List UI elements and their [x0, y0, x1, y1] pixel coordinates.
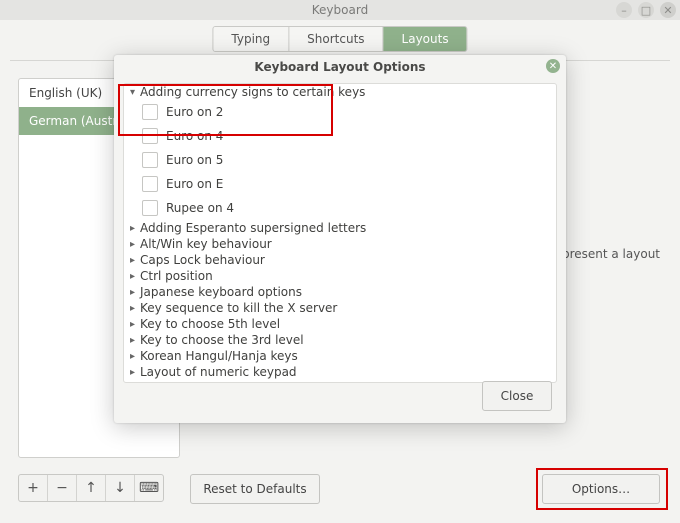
dialog-close-button[interactable]: Close: [482, 381, 552, 411]
layout-hint-text: epresent a layout: [555, 247, 660, 261]
checkbox[interactable]: [142, 128, 158, 144]
tree-group-label: Caps Lock behaviour: [140, 253, 265, 267]
options-button[interactable]: Options…: [542, 474, 660, 504]
chevron-right-icon: ▸: [130, 271, 140, 282]
tree-group-collapsed[interactable]: ▸Key to choose 5th level: [124, 316, 556, 332]
chevron-right-icon: ▸: [130, 367, 140, 378]
remove-layout-button[interactable]: −: [48, 475, 77, 501]
dialog-close-icon[interactable]: ✕: [546, 59, 560, 73]
maximize-button[interactable]: □: [638, 2, 654, 18]
tree-group-label: Key to choose the 3rd level: [140, 333, 304, 347]
checkbox[interactable]: [142, 176, 158, 192]
tree-option[interactable]: Euro on 2: [124, 100, 556, 124]
window-title: Keyboard: [0, 3, 680, 17]
tree-group-collapsed[interactable]: ▸Ctrl position: [124, 268, 556, 284]
chevron-down-icon: ▾: [130, 87, 140, 98]
tree-group-label: Adding Esperanto supersigned letters: [140, 221, 366, 235]
move-down-button[interactable]: ↓: [106, 475, 135, 501]
chevron-right-icon: ▸: [130, 223, 140, 234]
tree-option-label: Euro on E: [166, 177, 223, 191]
reset-defaults-button[interactable]: Reset to Defaults: [190, 474, 320, 504]
tree-group-label: Layout of numeric keypad: [140, 365, 297, 379]
tree-group-label: Japanese keyboard options: [140, 285, 302, 299]
dialog-titlebar: Keyboard Layout Options ✕: [114, 55, 566, 79]
tree-option-label: Rupee on 4: [166, 201, 234, 215]
layout-list-tools: + − ↑ ↓ ⌨: [18, 474, 164, 502]
chevron-right-icon: ▸: [130, 319, 140, 330]
show-keyboard-button[interactable]: ⌨: [135, 475, 163, 501]
tab-layouts[interactable]: Layouts: [384, 27, 467, 51]
checkbox[interactable]: [142, 152, 158, 168]
tree-group-collapsed[interactable]: ▸Key to choose the 3rd level: [124, 332, 556, 348]
checkbox[interactable]: [142, 104, 158, 120]
tree-group-label: Alt/Win key behaviour: [140, 237, 272, 251]
window-controls: – □ ✕: [616, 2, 676, 18]
tab-typing[interactable]: Typing: [213, 27, 289, 51]
chevron-right-icon: ▸: [130, 351, 140, 362]
chevron-right-icon: ▸: [130, 335, 140, 346]
tree-group-label: Key to choose 5th level: [140, 317, 280, 331]
tree-group-collapsed[interactable]: ▸Japanese keyboard options: [124, 284, 556, 300]
tree-group-collapsed[interactable]: ▸Key sequence to kill the X server: [124, 300, 556, 316]
tree-group-collapsed[interactable]: ▸Adding Esperanto supersigned letters: [124, 220, 556, 236]
settings-tabs: Typing Shortcuts Layouts: [212, 26, 467, 52]
tab-shortcuts[interactable]: Shortcuts: [289, 27, 383, 51]
tree-option-label: Euro on 5: [166, 153, 223, 167]
move-up-button[interactable]: ↑: [77, 475, 106, 501]
add-layout-button[interactable]: +: [19, 475, 48, 501]
tree-option[interactable]: Rupee on 4: [124, 196, 556, 220]
tree-group-label: Adding currency signs to certain keys: [140, 85, 365, 99]
tree-group-collapsed[interactable]: ▸Alt/Win key behaviour: [124, 236, 556, 252]
layout-options-dialog: Keyboard Layout Options ✕ ▾ Adding curre…: [114, 55, 566, 423]
tree-option[interactable]: Euro on E: [124, 172, 556, 196]
tree-group-label: Ctrl position: [140, 269, 213, 283]
chevron-right-icon: ▸: [130, 239, 140, 250]
dialog-title: Keyboard Layout Options: [114, 60, 566, 74]
checkbox[interactable]: [142, 200, 158, 216]
titlebar: Keyboard – □ ✕: [0, 0, 680, 20]
minimize-button[interactable]: –: [616, 2, 632, 18]
tree-option-label: Euro on 2: [166, 105, 223, 119]
tree-group-expanded[interactable]: ▾ Adding currency signs to certain keys: [124, 84, 556, 100]
chevron-right-icon: ▸: [130, 287, 140, 298]
options-tree[interactable]: ▾ Adding currency signs to certain keys …: [123, 83, 557, 383]
tree-group-collapsed[interactable]: ▸Caps Lock behaviour: [124, 252, 556, 268]
tree-group-collapsed[interactable]: ▸Layout of numeric keypad: [124, 364, 556, 380]
chevron-right-icon: ▸: [130, 255, 140, 266]
tree-option[interactable]: Euro on 5: [124, 148, 556, 172]
tree-option[interactable]: Euro on 4: [124, 124, 556, 148]
chevron-right-icon: ▸: [130, 303, 140, 314]
close-window-button[interactable]: ✕: [660, 2, 676, 18]
tree-option-label: Euro on 4: [166, 129, 223, 143]
tree-group-label: Key sequence to kill the X server: [140, 301, 337, 315]
tree-group-collapsed[interactable]: ▸Korean Hangul/Hanja keys: [124, 348, 556, 364]
tree-group-label: Korean Hangul/Hanja keys: [140, 349, 298, 363]
